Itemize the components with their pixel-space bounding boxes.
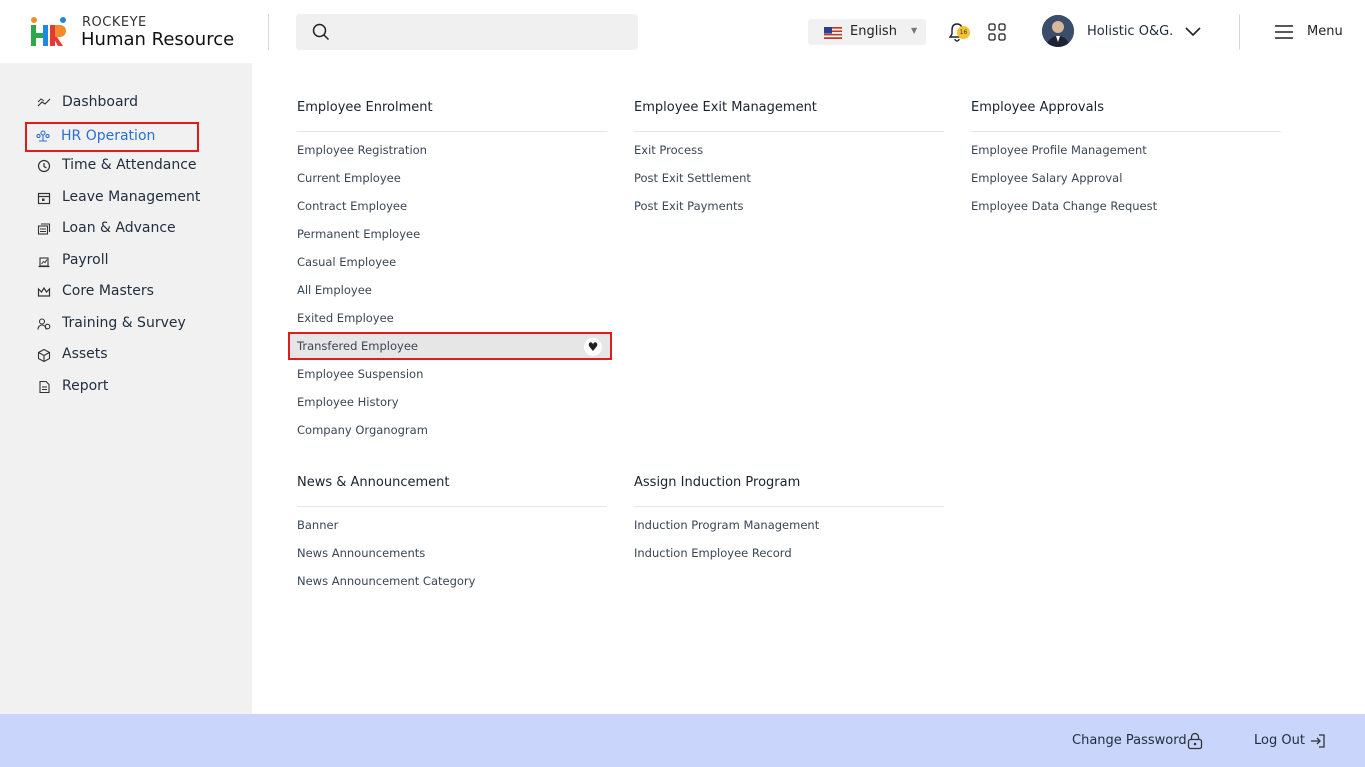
menu-link[interactable]: Permanent Employee bbox=[288, 220, 612, 248]
menu-link[interactable]: Induction Employee Record bbox=[625, 539, 949, 567]
brand-subtitle: ROCKEYE bbox=[82, 15, 147, 30]
box-icon bbox=[37, 348, 51, 362]
sidebar-item-label: Loan & Advance bbox=[62, 220, 176, 236]
menu-link[interactable]: News Announcements bbox=[288, 539, 612, 567]
search-input[interactable] bbox=[296, 14, 638, 50]
menu-link[interactable]: All Employee bbox=[288, 276, 612, 304]
language-selector[interactable]: English ▼ bbox=[808, 19, 926, 45]
menu-link[interactable]: Post Exit Payments bbox=[625, 192, 949, 220]
section-title: Employee Exit Management bbox=[634, 95, 944, 132]
crown-icon bbox=[37, 286, 51, 297]
menu-link[interactable]: Employee Registration bbox=[288, 136, 612, 164]
notification-badge: 16 bbox=[957, 26, 970, 39]
section-employee-exit-management: Employee Exit Management Exit Process Po… bbox=[634, 95, 944, 220]
divider bbox=[1239, 14, 1240, 50]
sidebar-item-leave-management[interactable]: Leave Management bbox=[26, 183, 201, 213]
menu-link[interactable]: Employee Suspension bbox=[288, 360, 612, 388]
logout-icon[interactable] bbox=[1310, 733, 1326, 749]
chevron-down-icon[interactable] bbox=[1184, 25, 1202, 37]
hamburger-icon bbox=[1275, 25, 1293, 39]
menu-link[interactable]: Induction Program Management bbox=[625, 511, 949, 539]
sidebar-item-label: HR Operation bbox=[61, 128, 156, 144]
section-title: Employee Approvals bbox=[971, 95, 1281, 132]
user-photo-icon bbox=[1042, 15, 1074, 47]
section-employee-enrolment: Employee Enrolment Employee Registration… bbox=[288, 95, 612, 444]
sidebar: Dashboard HR Operation Time & Attendance… bbox=[0, 63, 252, 714]
top-bar: ROCKEYE Human Resource English ▼ 16 Holi… bbox=[0, 0, 1365, 63]
menu-link[interactable]: Post Exit Settlement bbox=[625, 164, 949, 192]
menu-label: Menu bbox=[1307, 24, 1343, 39]
sidebar-item-dashboard[interactable]: Dashboard bbox=[26, 88, 198, 118]
footer-bar: Change Password Log Out bbox=[0, 714, 1365, 767]
sidebar-item-label: Assets bbox=[62, 346, 108, 362]
document-icon bbox=[39, 380, 50, 394]
section-employee-approvals: Employee Approvals Employee Profile Mana… bbox=[971, 95, 1281, 220]
training-icon bbox=[37, 318, 51, 330]
avatar[interactable] bbox=[1042, 15, 1074, 47]
menu-link[interactable]: Employee Data Change Request bbox=[962, 192, 1286, 220]
menu-link[interactable]: Employee History bbox=[288, 388, 612, 416]
apps-grid-icon[interactable] bbox=[988, 23, 1006, 41]
search-icon bbox=[312, 23, 330, 41]
sidebar-item-payroll[interactable]: Payroll bbox=[26, 246, 198, 276]
sidebar-item-loan-advance[interactable]: Loan & Advance bbox=[26, 214, 198, 244]
menu-link[interactable]: Employee Profile Management bbox=[962, 136, 1286, 164]
menu-link[interactable]: Company Organogram bbox=[288, 416, 612, 444]
payroll-icon bbox=[38, 257, 50, 268]
brand-title: Human Resource bbox=[81, 29, 235, 50]
sidebar-item-label: Report bbox=[62, 378, 109, 394]
chart-line-icon bbox=[37, 98, 51, 107]
money-stack-icon bbox=[37, 223, 51, 235]
sidebar-item-assets[interactable]: Assets bbox=[26, 340, 198, 370]
menu-link[interactable]: Employee Salary Approval bbox=[962, 164, 1286, 192]
menu-link[interactable]: Current Employee bbox=[288, 164, 612, 192]
sidebar-item-label: Core Masters bbox=[62, 283, 154, 299]
people-network-icon bbox=[36, 130, 50, 142]
calendar-icon bbox=[37, 192, 51, 205]
hr-logo-icon bbox=[31, 17, 66, 46]
menu-button[interactable]: Menu bbox=[1274, 22, 1344, 44]
sidebar-item-report[interactable]: Report bbox=[26, 372, 198, 402]
sidebar-item-label: Leave Management bbox=[62, 189, 201, 205]
menu-link-transfered-employee[interactable]: Transfered Employee ♥ bbox=[288, 332, 612, 360]
menu-link[interactable]: Contract Employee bbox=[288, 192, 612, 220]
clock-icon bbox=[37, 159, 51, 173]
sidebar-item-label: Payroll bbox=[62, 252, 109, 268]
us-flag-icon bbox=[824, 27, 842, 39]
caret-down-icon: ▼ bbox=[911, 26, 918, 35]
divider bbox=[268, 14, 269, 50]
menu-link-label: Transfered Employee bbox=[297, 339, 418, 353]
section-title: News & Announcement bbox=[297, 470, 607, 507]
section-assign-induction-program: Assign Induction Program Induction Progr… bbox=[634, 470, 944, 567]
mega-menu-panel: Employee Enrolment Employee Registration… bbox=[252, 63, 1365, 714]
menu-link[interactable]: News Announcement Category bbox=[288, 567, 612, 595]
sidebar-item-label: Dashboard bbox=[62, 94, 138, 110]
language-label: English bbox=[850, 24, 897, 39]
menu-link[interactable]: Exited Employee bbox=[288, 304, 612, 332]
sidebar-item-label: Training & Survey bbox=[62, 315, 186, 331]
favorite-heart-icon[interactable]: ♥ bbox=[584, 338, 602, 356]
sidebar-item-core-masters[interactable]: Core Masters bbox=[26, 277, 198, 307]
sidebar-item-hr-operation[interactable]: HR Operation bbox=[25, 122, 199, 152]
menu-link[interactable]: Banner bbox=[288, 511, 612, 539]
lock-icon[interactable] bbox=[1187, 732, 1203, 750]
change-password-link[interactable]: Change Password bbox=[1072, 733, 1187, 748]
menu-link[interactable]: Exit Process bbox=[625, 136, 949, 164]
section-title: Assign Induction Program bbox=[634, 470, 944, 507]
section-title: Employee Enrolment bbox=[297, 95, 607, 132]
sidebar-item-time-attendance[interactable]: Time & Attendance bbox=[26, 151, 198, 181]
sidebar-item-label: Time & Attendance bbox=[62, 157, 197, 173]
section-news-announcement: News & Announcement Banner News Announce… bbox=[297, 470, 607, 595]
logout-link[interactable]: Log Out bbox=[1254, 733, 1305, 748]
sidebar-item-training-survey[interactable]: Training & Survey bbox=[26, 309, 198, 339]
menu-link[interactable]: Casual Employee bbox=[288, 248, 612, 276]
user-name[interactable]: Holistic O&G. bbox=[1087, 24, 1173, 39]
